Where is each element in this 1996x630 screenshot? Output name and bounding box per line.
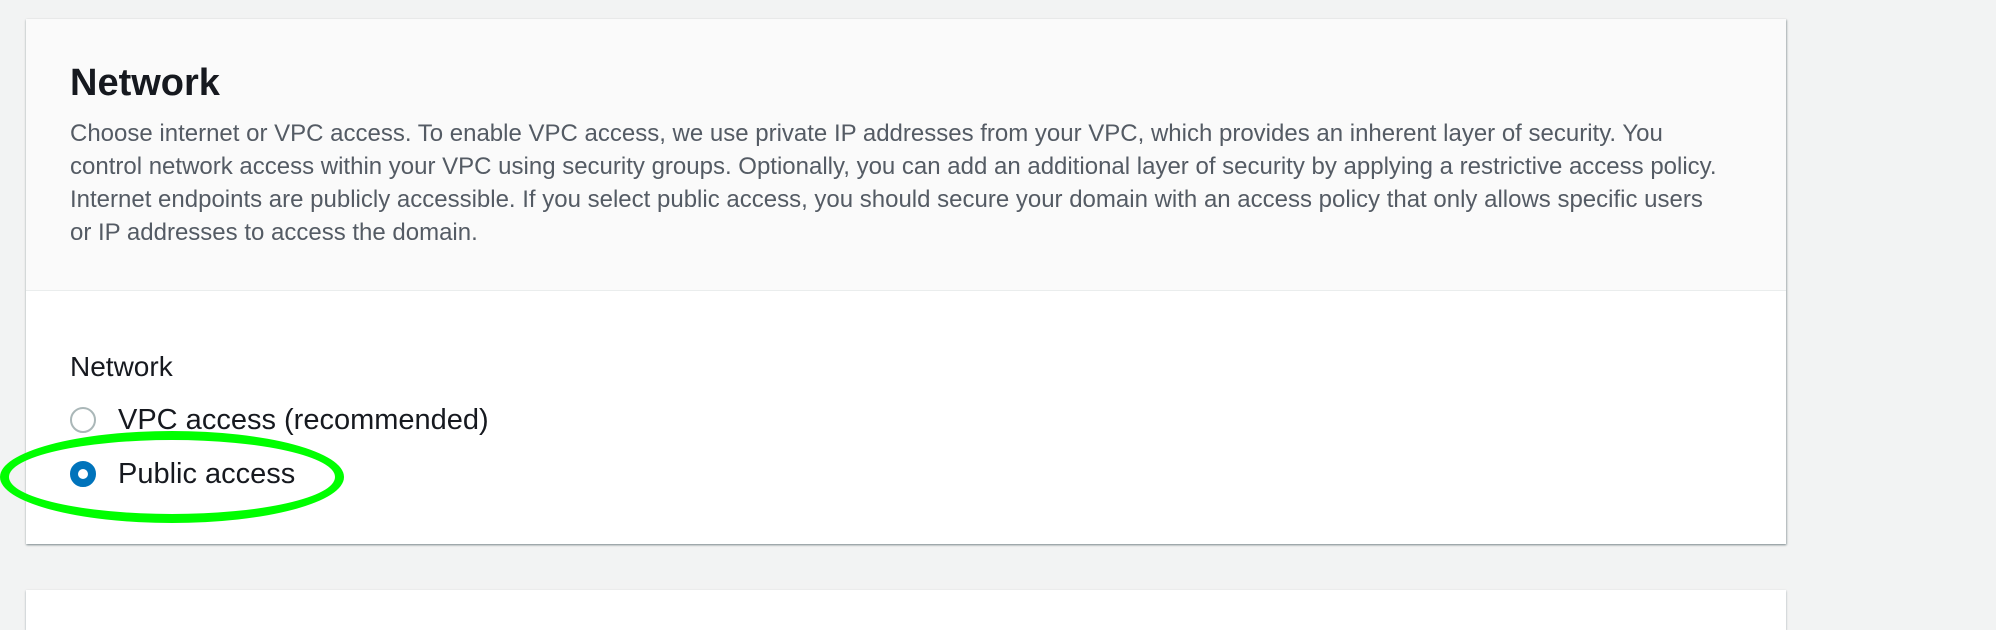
radio-option-public-access[interactable]: Public access <box>70 447 1742 501</box>
panel-body: Network VPC access (recommended) Public … <box>26 291 1786 501</box>
radio-label-vpc-access: VPC access (recommended) <box>118 403 489 436</box>
radio-button-vpc-access[interactable] <box>70 407 96 433</box>
radio-button-public-access[interactable] <box>70 461 96 487</box>
next-panel <box>26 590 1786 630</box>
radio-label-public-access: Public access <box>118 457 296 490</box>
panel-title: Network <box>70 62 220 104</box>
radio-option-vpc-access[interactable]: VPC access (recommended) <box>70 393 1742 447</box>
network-field-label: Network <box>70 351 173 382</box>
network-panel: Network Choose internet or VPC access. T… <box>26 19 1786 544</box>
panel-description: Choose internet or VPC access. To enable… <box>70 120 1717 246</box>
panel-header: Network Choose internet or VPC access. T… <box>26 19 1786 291</box>
